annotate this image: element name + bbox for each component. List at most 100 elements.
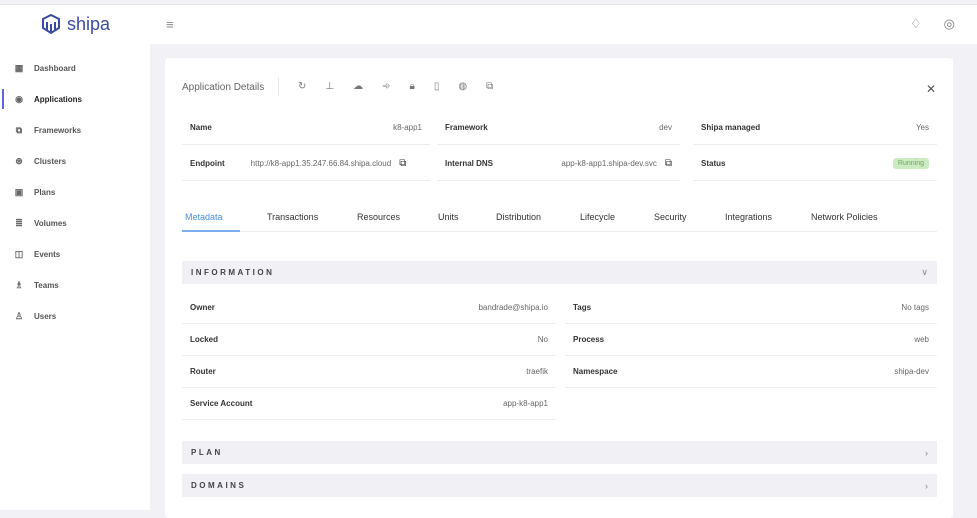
sidebar-item-label: Applications [34, 94, 83, 104]
field-value: http://k8-app1.35.247.66.84.shipa.cloud [250, 159, 392, 168]
info-field-service-account: Service Account app-k8-app1 [182, 388, 556, 420]
field-label: Owner [190, 303, 215, 312]
chevron-right-icon: › [925, 480, 928, 491]
sidebar-item-label: Clusters [34, 156, 67, 166]
field-value: bandrade@shipa.io [478, 303, 548, 312]
sidebar-item-label: Plans [34, 187, 56, 197]
refresh-icon[interactable]: ↻ [298, 81, 306, 92]
sidebar-item-frameworks[interactable]: ⧉ Frameworks [0, 120, 150, 140]
sidebar-item-label: Volumes [34, 218, 67, 228]
plan-section-header[interactable]: PLAN › [182, 441, 937, 464]
field-value: app-k8-app1 [503, 399, 548, 408]
copy-icon[interactable]: ⧉ [665, 158, 672, 169]
dashboard-icon: ▦ [14, 62, 24, 73]
sidebar-item-label: Events [34, 249, 61, 259]
hamburger-menu-icon[interactable]: ≡ [166, 17, 174, 32]
users-icon: ♙ [14, 310, 24, 321]
lock-icon[interactable]: 🔒︎ [410, 81, 415, 92]
field-label: Endpoint [190, 159, 225, 168]
field-label: Name [190, 123, 212, 132]
shipa-logo[interactable]: shipa [40, 13, 110, 35]
cloud-icon[interactable]: ☁ [353, 81, 363, 92]
summary-field-shipa-managed: Shipa managed Yes [693, 111, 937, 145]
summary-field-endpoint: Endpoint http://k8-app1.35.247.66.84.ship… [182, 147, 430, 181]
summary-field-framework: Framework dev [437, 111, 680, 145]
field-label: Tags [573, 303, 592, 312]
chevron-right-icon: › [925, 447, 928, 458]
application-details-card: Application Details ↻ ⊥ ☁ ➾ 🔒︎ ▯ ◍ ⧉ ✕ N… [165, 58, 953, 518]
active-tab-indicator [182, 230, 240, 232]
sidebar-item-label: Users [34, 311, 57, 321]
field-value: Yes [915, 123, 929, 132]
tab-lifecycle[interactable]: Lifecycle [580, 212, 615, 222]
frameworks-icon: ⧉ [15, 124, 23, 135]
applications-icon: ◉ [15, 93, 23, 104]
sidebar-item-label: Dashboard [34, 63, 76, 73]
info-field-owner: Owner bandrade@shipa.io [182, 292, 556, 324]
divider [278, 78, 279, 96]
field-value: web [914, 335, 929, 344]
info-field-router: Router traefik [182, 356, 556, 388]
tab-network-policies[interactable]: Network Policies [811, 212, 878, 222]
field-label: Router [190, 367, 216, 376]
tab-transactions[interactable]: Transactions [267, 212, 318, 222]
info-field-tags: Tags No tags [565, 292, 937, 324]
sidebar-item-teams[interactable]: ♗ Teams [0, 275, 150, 295]
field-value: dev [659, 123, 672, 132]
info-field-process: Process web [565, 324, 937, 356]
brand-name: shipa [67, 13, 111, 34]
info-field-namespace: Namespace shipa-dev [565, 356, 937, 388]
tab-distribution[interactable]: Distribution [496, 212, 541, 222]
notifications-bell-icon[interactable]: ♢ [910, 16, 922, 32]
section-title: INFORMATION [191, 268, 275, 277]
tab-bar: Metadata Transactions Resources Units Distri… [182, 208, 937, 232]
close-icon[interactable]: ✕ [926, 82, 936, 96]
field-label: Locked [190, 335, 219, 344]
copy-icon[interactable]: ⧉ [486, 81, 493, 92]
sidebar-item-events[interactable]: ◫ Events [0, 244, 150, 264]
globe-icon[interactable]: ◍ [458, 81, 467, 92]
summary-field-status: Status Running [693, 147, 937, 181]
field-value: No [537, 335, 548, 344]
sidebar-item-plans[interactable]: ▣ Plans [0, 182, 150, 202]
sidebar-item-volumes[interactable]: ≣ Volumes [0, 213, 150, 233]
status-badge: Running [892, 158, 929, 169]
tab-metadata[interactable]: Metadata [185, 212, 223, 222]
field-label: Internal DNS [445, 159, 494, 168]
field-label: Status [701, 159, 726, 168]
sidebar-item-clusters[interactable]: ⊛ Clusters [0, 151, 150, 171]
field-value: No tags [901, 303, 929, 312]
sidebar-item-users[interactable]: ♙ Users [0, 306, 150, 326]
page-title: Application Details [182, 82, 265, 93]
field-label: Process [573, 335, 605, 344]
summary-field-internal-dns: Internal DNS app-k8-app1.shipa-dev.svc ⧉ [437, 147, 680, 181]
tab-security[interactable]: Security [654, 212, 687, 222]
sidebar-item-applications[interactable]: ◉ Applications [0, 89, 150, 109]
file-icon[interactable]: ▯ [434, 81, 440, 92]
teams-icon: ♗ [14, 279, 24, 290]
sidebar-item-label: Teams [34, 280, 59, 290]
information-section-header[interactable]: INFORMATION ∨ [182, 261, 937, 284]
field-label: Framework [445, 123, 488, 132]
field-label: Namespace [573, 367, 618, 376]
top-bar: shipa ≡ ♢ ◎ [0, 4, 977, 44]
sidebar-item-dashboard[interactable]: ▦ Dashboard [0, 58, 150, 78]
domains-section-header[interactable]: DOMAINS › [182, 474, 937, 497]
forward-icon[interactable]: ➾ [382, 81, 390, 92]
tab-resources[interactable]: Resources [357, 212, 400, 222]
field-label: Service Account [190, 399, 253, 408]
copy-icon[interactable]: ⧉ [399, 158, 406, 169]
plans-icon: ▣ [14, 186, 24, 197]
clusters-icon: ⊛ [15, 155, 23, 166]
user-account-icon[interactable]: ◎ [944, 16, 955, 32]
tab-units[interactable]: Units [438, 212, 459, 222]
chevron-down-icon: ∨ [921, 267, 928, 277]
section-title: PLAN [191, 448, 223, 457]
field-value: k8-app1 [393, 123, 422, 132]
summary-field-name: Name k8-app1 [182, 111, 430, 145]
field-value: traefik [526, 367, 548, 376]
hierarchy-icon[interactable]: ⊥ [325, 81, 334, 92]
tab-integrations[interactable]: Integrations [725, 212, 772, 222]
field-value: app-k8-app1.shipa-dev.svc [561, 159, 657, 168]
field-label: Shipa managed [701, 123, 761, 132]
